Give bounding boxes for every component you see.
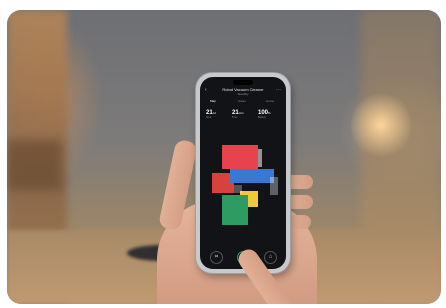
stat-area-unit: m² bbox=[212, 111, 217, 115]
room-bedroom[interactable] bbox=[222, 195, 248, 225]
stat-time-unit: min bbox=[238, 111, 244, 115]
stat-time-label: Time bbox=[232, 116, 238, 119]
crop-icon[interactable]: ⌗ bbox=[210, 251, 223, 264]
tab-map[interactable]: Map bbox=[210, 99, 216, 103]
room-kitchen[interactable] bbox=[222, 145, 258, 169]
tab-bar: Map Clean Home bbox=[204, 99, 282, 105]
ellipsis-icon[interactable]: ⋯ bbox=[276, 87, 281, 93]
stat-battery-label: Battery bbox=[258, 116, 266, 119]
map-edge bbox=[258, 149, 262, 167]
lamp-glow bbox=[351, 90, 411, 160]
map-edge bbox=[270, 177, 278, 195]
app-subtitle: Standby bbox=[237, 92, 249, 96]
stat-time: 21min Time bbox=[232, 110, 254, 119]
dynamic-island bbox=[233, 80, 253, 85]
stat-area: 21m² Area bbox=[206, 110, 228, 119]
stat-battery: 100% Battery bbox=[258, 110, 280, 119]
tab-clean[interactable]: Clean bbox=[238, 99, 246, 103]
shelf bbox=[7, 140, 62, 190]
room-hallway[interactable] bbox=[230, 169, 274, 183]
floor-map[interactable] bbox=[200, 133, 286, 243]
stat-battery-unit: % bbox=[268, 111, 271, 115]
map-edge bbox=[234, 185, 242, 193]
phone-screen: ‹ Robot Vacuum Cleaner Standby ⋯ Map Cle… bbox=[200, 77, 286, 269]
cleaning-stats: 21m² Area 21min Time 100% Battery bbox=[206, 110, 282, 124]
stat-area-label: Area bbox=[206, 116, 212, 119]
background-photo: ‹ Robot Vacuum Cleaner Standby ⋯ Map Cle… bbox=[7, 10, 441, 304]
tab-home[interactable]: Home bbox=[266, 99, 274, 103]
home-dock-icon[interactable]: ⌂ bbox=[264, 251, 277, 264]
smartphone: ‹ Robot Vacuum Cleaner Standby ⋯ Map Cle… bbox=[196, 73, 290, 273]
